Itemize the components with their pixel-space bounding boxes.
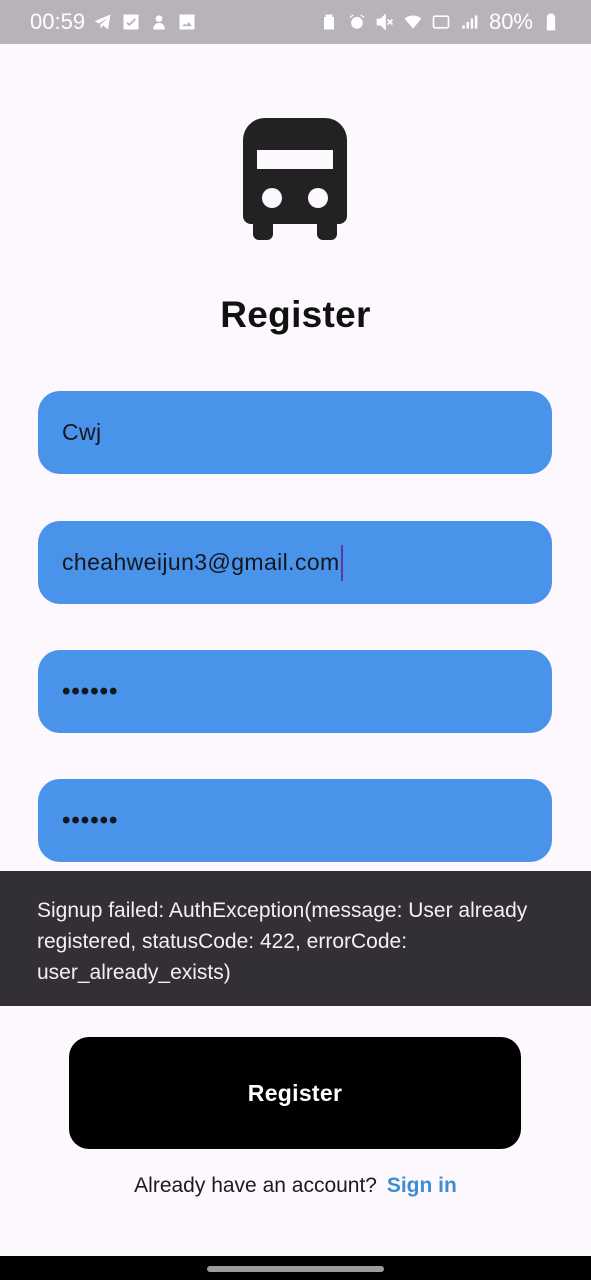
volte-icon: [431, 12, 451, 32]
wifi-icon: [403, 12, 423, 32]
status-time: 00:59: [30, 9, 86, 34]
image-icon: [177, 12, 197, 32]
password-field[interactable]: ••••••: [38, 650, 552, 733]
name-field-value: Cwj: [62, 419, 102, 445]
signal-icon: [459, 12, 479, 32]
signin-row: Already have an account? Sign in: [0, 1174, 591, 1198]
name-field[interactable]: Cwj: [38, 391, 552, 474]
register-button-label: Register: [247, 1079, 343, 1106]
signin-prompt: Already have an account?: [134, 1174, 377, 1197]
text-cursor: [340, 544, 343, 581]
mute-icon: [375, 12, 395, 32]
status-bar-right: 80%: [319, 9, 561, 35]
confirm-password-field-value: ••••••: [62, 806, 119, 834]
check-square-icon: [121, 12, 141, 32]
confirm-password-field[interactable]: ••••••: [38, 779, 552, 862]
email-field-value: cheahweijun3@gmail.com: [62, 549, 340, 575]
battery-saver-icon: [319, 12, 339, 32]
status-bar: 00:59 80%: [0, 0, 591, 44]
telegram-icon: [93, 12, 113, 32]
password-field-value: ••••••: [62, 677, 119, 705]
error-snackbar: Signup failed: AuthException(message: Us…: [0, 871, 591, 1006]
bus-icon: [243, 118, 347, 240]
status-bar-left: 00:59: [30, 9, 197, 35]
alarm-icon: [347, 12, 367, 32]
register-button[interactable]: Register: [69, 1037, 521, 1149]
page-title: Register: [220, 294, 371, 335]
email-field[interactable]: cheahweijun3@gmail.com: [38, 521, 552, 604]
notification-app-icon: [149, 12, 169, 32]
signin-link[interactable]: Sign in: [387, 1174, 457, 1197]
snackbar-message: Signup failed: AuthException(message: Us…: [37, 899, 528, 984]
battery-icon: [541, 12, 561, 32]
home-gesture-handle[interactable]: [207, 1266, 384, 1272]
battery-percentage: 80%: [488, 9, 533, 34]
